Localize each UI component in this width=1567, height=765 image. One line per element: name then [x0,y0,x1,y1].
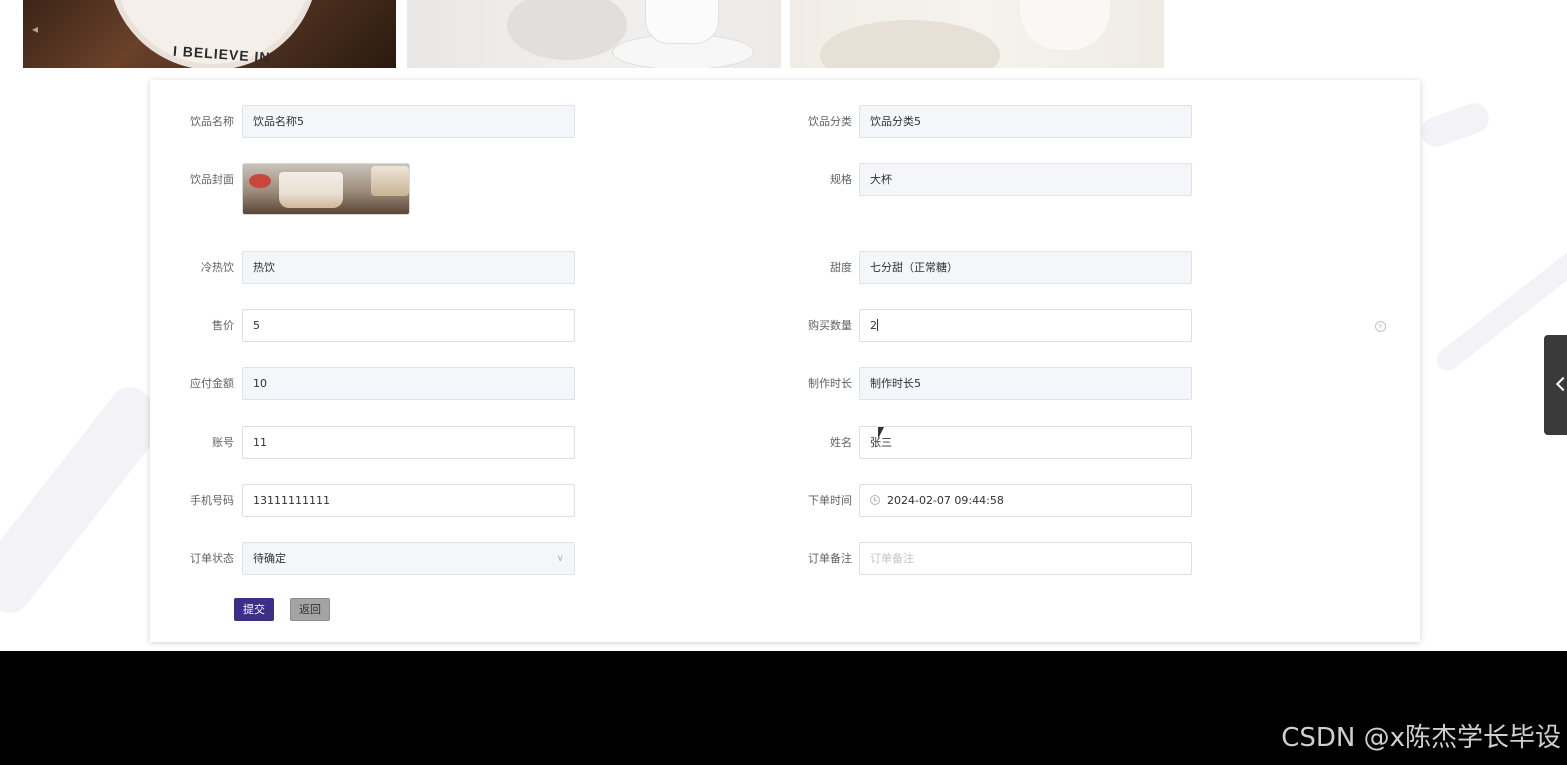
back-button[interactable]: 返回 [290,598,330,621]
cover-cup [279,172,343,208]
phone-field[interactable]: 13111111111 [242,484,575,517]
side-panel-toggle[interactable] [1544,335,1567,435]
text-caret [877,319,878,331]
drink-cover-image[interactable] [242,163,410,215]
amount-due-field[interactable]: 10 [242,367,575,400]
prep-time-field[interactable]: 制作时长5 [859,367,1192,400]
account-field[interactable]: 11 [242,426,575,459]
name-label: 姓名 [830,436,852,449]
drink-category-field[interactable]: 饮品分类5 [859,105,1192,138]
cover-decor [249,174,271,188]
order-remark-label: 订单备注 [808,552,852,565]
banner-image-2[interactable] [407,0,781,68]
account-label: 账号 [212,436,234,449]
spec-value: 大杯 [870,173,892,186]
temperature-label: 冷热饮 [201,261,234,274]
order-time-value: 2024-02-07 09:44:58 [887,494,1004,507]
account-value: 11 [253,436,267,449]
order-form-card: 饮品名称 饮品名称5 饮品分类 饮品分类5 饮品封面 规格 大杯 冷热饮 热饮 … [150,80,1420,642]
spec-field[interactable]: 大杯 [859,163,1192,196]
price-value: 5 [253,319,260,332]
background-stripe [1416,98,1494,152]
order-time-picker[interactable]: 2024-02-07 09:44:58 [859,484,1192,517]
submit-button[interactable]: 提交 [234,598,274,621]
order-remark-placeholder: 订单备注 [870,552,914,565]
clear-icon[interactable]: × [1375,321,1386,332]
drink-cover-label: 饮品封面 [190,173,234,186]
prep-time-label: 制作时长 [808,377,852,390]
sweetness-label: 甜度 [830,261,852,274]
banner-image-1[interactable]: I BELIEVE IN ◂ [23,0,396,68]
price-label: 售价 [212,319,234,332]
order-time-label: 下单时间 [808,494,852,507]
drink-name-value: 饮品名称5 [253,115,304,128]
glass-graphic [1020,0,1110,50]
temperature-field[interactable]: 热饮 [242,251,575,284]
sweetness-value: 七分甜（正常糖） [870,261,958,274]
order-status-select[interactable]: 待确定 ∨ [242,542,575,575]
page: I BELIEVE IN ◂ 饮品名称 饮品名称5 饮品分类 饮品分类5 饮品封… [0,0,1567,765]
quantity-input[interactable]: 2 [859,309,1192,342]
cover-cup-2 [371,166,409,196]
order-status-label: 订单状态 [190,552,234,565]
clock-icon [870,495,880,505]
temperature-value: 热饮 [253,261,275,274]
amount-due-value: 10 [253,377,267,390]
sweetness-field[interactable]: 七分甜（正常糖） [859,251,1192,284]
price-field[interactable]: 5 [242,309,575,342]
order-remark-input[interactable]: 订单备注 [859,542,1192,575]
beans-graphic [820,20,1000,68]
csdn-watermark: CSDN @x陈杰学长毕设 [1281,723,1561,753]
mouse-cursor-icon [878,427,884,439]
amount-due-label: 应付金额 [190,377,234,390]
name-field[interactable]: 张三 [859,426,1192,459]
mug-graphic [645,0,719,44]
drink-category-value: 饮品分类5 [870,115,921,128]
chevron-down-icon[interactable]: ∨ [557,543,564,574]
coffee-bag-graphic [507,0,627,60]
prep-time-value: 制作时长5 [870,377,921,390]
order-status-value: 待确定 [253,552,286,565]
drink-name-field[interactable]: 饮品名称5 [242,105,575,138]
carousel-prev-icon[interactable]: ◂ [32,22,38,36]
chevron-left-icon [1555,376,1567,392]
drink-category-label: 饮品分类 [808,115,852,128]
quantity-value: 2 [870,319,877,332]
spec-label: 规格 [830,173,852,186]
quantity-label: 购买数量 [808,319,852,332]
phone-value: 13111111111 [253,494,330,507]
banner-image-3[interactable] [790,0,1164,68]
phone-label: 手机号码 [190,494,234,507]
drink-name-label: 饮品名称 [190,115,234,128]
